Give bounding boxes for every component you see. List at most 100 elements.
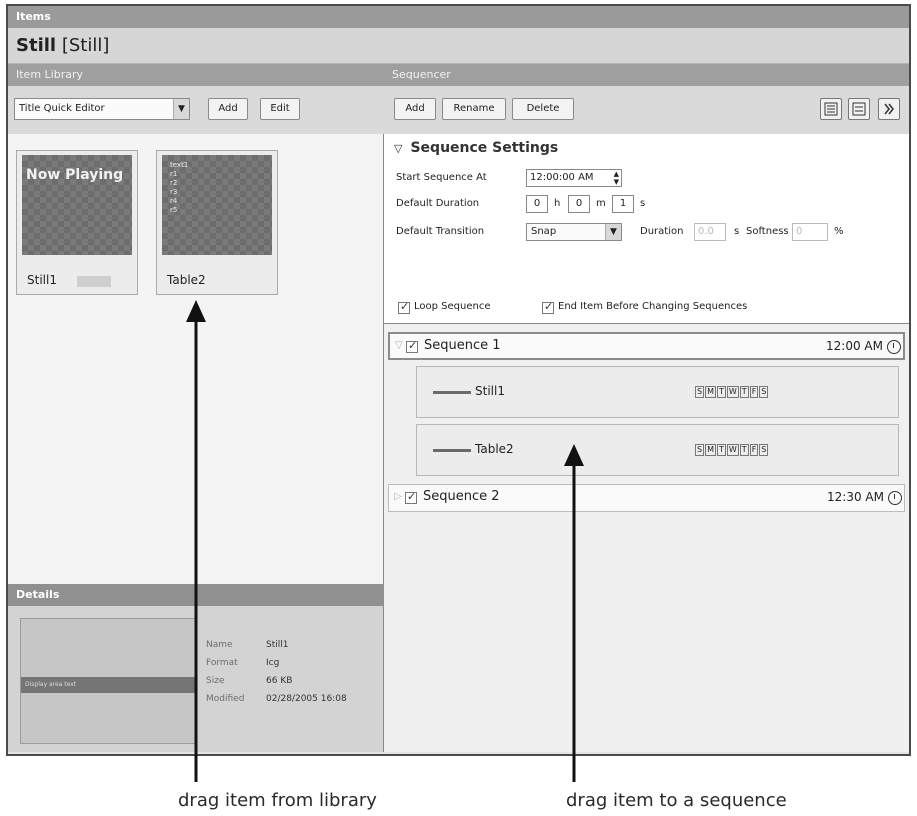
detail-value: 02/28/2005 16:08 [266,694,347,704]
spinner-icon[interactable]: ▲ ▼ [614,170,619,186]
transition-select[interactable]: Snap ▼ [526,223,622,241]
sequence-rename-button[interactable]: Rename [442,98,506,120]
chevron-down-icon: ▼ [605,224,621,240]
detail-view-icon[interactable] [848,98,870,120]
detail-label: Modified [206,694,245,704]
editor-select-value: Title Quick Editor [19,103,105,114]
item-bar-icon [433,449,471,452]
day-toggle[interactable]: T [716,386,726,398]
day-toggles: SMTWTFS [695,444,769,456]
sequence-settings-heading[interactable]: ▽ Sequence Settings [394,140,558,156]
double-chevron-right-icon[interactable] [878,98,900,120]
expand-triangle-icon[interactable]: ▽ [395,340,403,351]
sequence-enabled-checkbox[interactable] [405,490,417,504]
sequence-item[interactable]: Table2 SMTWTFS [416,424,899,476]
hours-unit: h [554,198,561,209]
sequence-name: Sequence 2 [423,489,500,504]
default-transition-label: Default Transition [396,226,485,237]
default-duration-label: Default Duration [396,198,480,209]
collapse-triangle-icon: ▽ [394,142,403,155]
end-item-label: End Item Before Changing Sequences [558,301,748,312]
start-sequence-field[interactable]: 12:00:00 AM ▲ ▼ [526,169,622,187]
duration-minutes-field[interactable]: 0 [568,195,590,213]
sequence-row[interactable]: ▷ Sequence 2 12:30 AM [388,484,905,512]
detail-value: 66 KB [266,676,293,686]
detail-value: Icg [266,658,280,668]
day-toggles: SMTWTFS [695,386,769,398]
list-view-icon[interactable] [820,98,842,120]
editor-select[interactable]: Title Quick Editor ▼ [14,98,190,120]
day-toggle[interactable]: M [705,386,716,398]
loop-sequence-checkbox[interactable] [398,300,410,314]
thumbnail-text: Now Playing [26,167,124,183]
title-row: Still [Still] [8,28,909,64]
chevron-down-icon: ▼ [173,99,189,119]
sequence-enabled-checkbox[interactable] [406,339,418,353]
thumb-line: r2 [170,179,178,187]
day-toggle[interactable]: S [695,386,705,398]
sequence-item[interactable]: Still1 SMTWTFS [416,366,899,418]
item-thumbnail: Now Playing [22,155,132,255]
title-rest: [Still] [61,35,110,56]
transition-duration-field[interactable]: 0.0 [694,223,726,241]
item-name: Table2 [167,273,206,287]
thumb-line: r3 [170,188,178,196]
sequencer-toolbar: Add Rename Delete [384,86,909,134]
sequence-item-name: Table2 [475,442,514,456]
library-item-table2[interactable]: text1 r1 r2 r3 r4 r5 Table2 [156,150,278,295]
end-item-checkbox[interactable] [542,300,554,314]
sequence-name: Sequence 1 [424,338,501,353]
item-thumbnail: text1 r1 r2 r3 r4 r5 [162,155,272,255]
day-toggle[interactable]: S [695,444,705,456]
caption-area: drag item from library drag item to a se… [0,756,917,816]
detail-value: Still1 [266,640,289,650]
details-preview: Display area text [20,618,197,744]
start-sequence-value: 12:00:00 AM [530,172,594,183]
softness-field[interactable]: 0 [792,223,828,241]
sequence-time: 12:30 AM [827,490,884,504]
seconds-unit: s [640,198,646,209]
softness-label: Softness [746,226,789,237]
day-toggle[interactable]: T [739,386,749,398]
details-bar: Details [8,584,384,606]
clock-icon[interactable] [887,340,901,354]
library-item-still1[interactable]: Now Playing Still1 [16,150,138,295]
sequence-list: ▽ Sequence 1 12:00 AM Still1 SMTWTFS Tab… [384,324,909,752]
item-library-panel: Now Playing Still1 text1 r1 r2 r3 r4 r5 … [8,134,384,584]
thumb-line: r5 [170,206,178,214]
sequence-time: 12:00 AM [826,339,883,353]
sequence-row[interactable]: ▽ Sequence 1 12:00 AM [388,332,905,360]
thumb-line: text1 [170,161,189,169]
detail-label: Size [206,676,225,686]
sequence-add-button[interactable]: Add [394,98,436,120]
day-toggle[interactable]: T [716,444,726,456]
items-bar: Items [8,6,909,28]
title-bold: Still [16,35,57,56]
transition-duration-label: Duration [640,226,684,237]
items-window: Items Still [Still] Item Library Sequenc… [6,4,911,756]
day-toggle[interactable]: S [759,386,769,398]
thumbnail-lines: text1 r1 r2 r3 r4 r5 [170,161,188,215]
sequence-item-name: Still1 [475,384,505,398]
loop-sequence-label: Loop Sequence [414,301,491,312]
day-toggle[interactable]: W [726,386,739,398]
day-toggle[interactable]: F [749,386,759,398]
library-edit-button[interactable]: Edit [260,98,300,120]
sequence-delete-button[interactable]: Delete [512,98,574,120]
duration-seconds-field[interactable]: 1 [612,195,634,213]
minutes-unit: m [596,198,606,209]
sequence-settings-panel: ▽ Sequence Settings Start Sequence At 12:… [384,134,909,324]
day-toggle[interactable]: F [749,444,759,456]
day-toggle[interactable]: M [705,444,716,456]
thumb-line: r4 [170,197,178,205]
expand-triangle-icon[interactable]: ▷ [394,491,402,502]
library-add-button[interactable]: Add [208,98,248,120]
caption-right: drag item to a sequence [566,790,787,811]
duration-hours-field[interactable]: 0 [526,195,548,213]
softness-unit: % [834,226,844,237]
clock-icon[interactable] [888,491,902,505]
day-toggle[interactable]: W [726,444,739,456]
item-bar-icon [433,391,471,394]
day-toggle[interactable]: S [759,444,769,456]
day-toggle[interactable]: T [739,444,749,456]
